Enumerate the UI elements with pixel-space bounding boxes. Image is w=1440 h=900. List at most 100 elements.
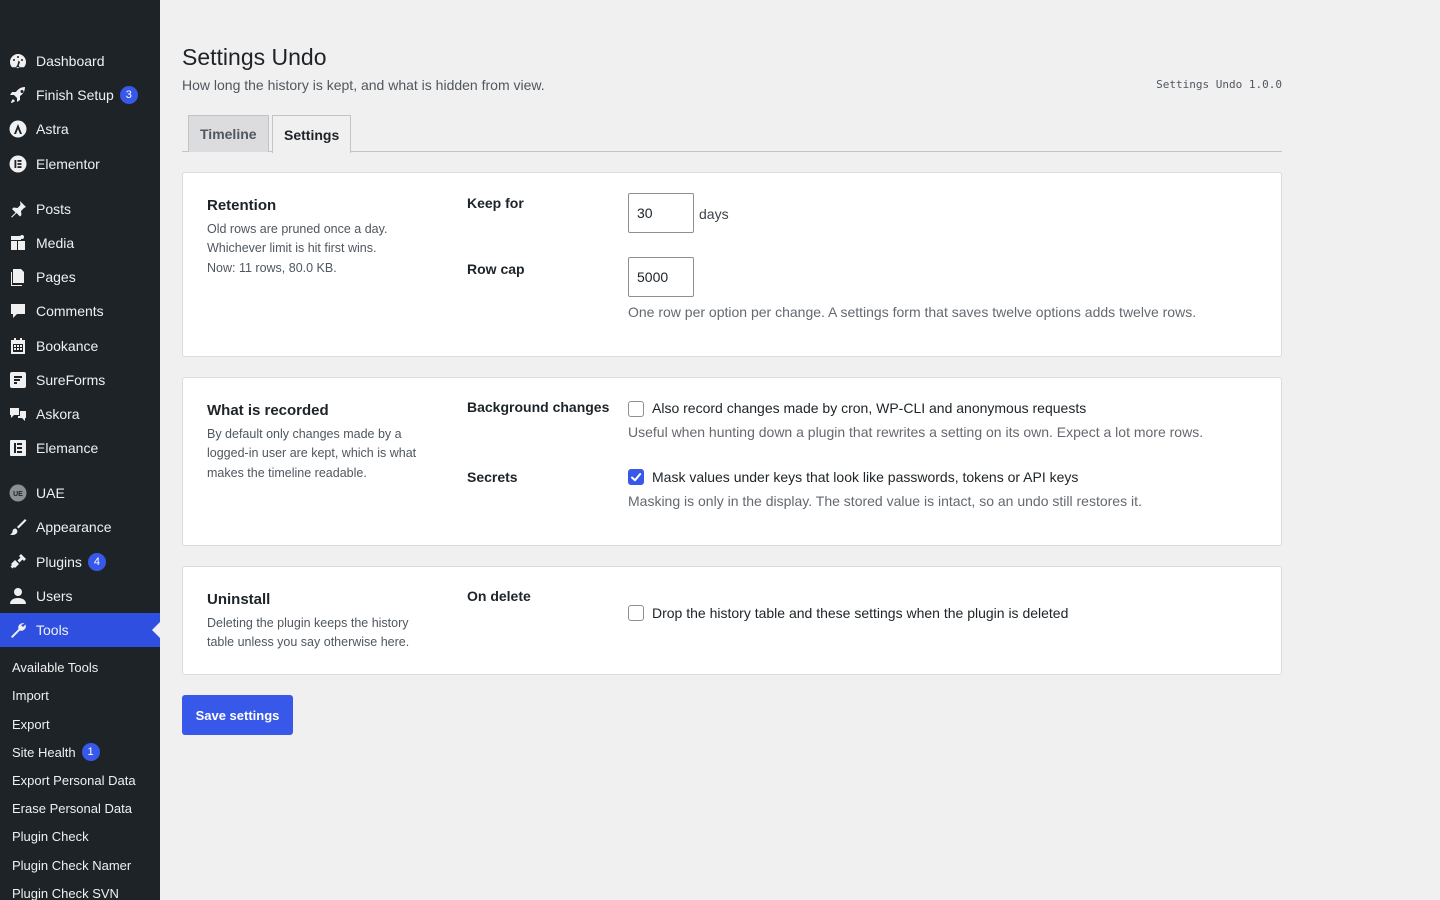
sidebar-item-astra[interactable]: Astra bbox=[0, 112, 160, 146]
sidebar-item-label: Tools bbox=[36, 622, 69, 638]
sidebar-item-label: Askora bbox=[36, 406, 80, 422]
version-label: Settings Undo 1.0.0 bbox=[1156, 78, 1282, 91]
recorded-desc-line3: makes the timeline readable. bbox=[207, 466, 367, 480]
retention-desc-line3: Now: 11 rows, 80.0 KB. bbox=[207, 261, 337, 275]
background-changes-checkbox[interactable] bbox=[628, 401, 644, 417]
sidebar-item-elemance[interactable]: Elemance bbox=[0, 431, 160, 465]
sidebar-item-label: Finish Setup bbox=[36, 87, 114, 103]
sidebar-item-appearance[interactable]: Appearance bbox=[0, 510, 160, 544]
sidebar-item-comments[interactable]: Comments bbox=[0, 294, 160, 328]
sidebar-item-dashboard[interactable]: Dashboard bbox=[0, 44, 160, 78]
submenu-item-label: Export bbox=[12, 716, 50, 732]
sidebar-item-label: Comments bbox=[36, 303, 104, 319]
submenu-item-export[interactable]: Export bbox=[12, 711, 50, 737]
calendar-icon bbox=[0, 336, 36, 356]
pin-icon bbox=[0, 199, 36, 219]
brush-icon bbox=[0, 517, 36, 537]
sidebar-item-finish-setup[interactable]: Finish Setup 3 bbox=[0, 78, 160, 112]
astra-icon bbox=[0, 119, 36, 139]
save-settings-button[interactable]: Save settings bbox=[182, 695, 293, 735]
sidebar-item-label: Pages bbox=[36, 269, 76, 285]
sidebar-item-media[interactable]: Media bbox=[0, 226, 160, 260]
submenu-item-erase-personal-data[interactable]: Erase Personal Data bbox=[12, 795, 132, 821]
tab-timeline[interactable]: Timeline bbox=[188, 115, 269, 152]
submenu-item-plugin-check-svn[interactable]: Plugin Check SVN bbox=[12, 880, 119, 900]
pages-icon bbox=[0, 267, 36, 287]
sidebar-item-pages[interactable]: Pages bbox=[0, 260, 160, 294]
submenu-item-label: Available Tools bbox=[12, 659, 99, 675]
secrets-checkbox[interactable] bbox=[628, 469, 644, 485]
sidebar-item-label: Elementor bbox=[36, 156, 100, 172]
sidebar-item-label: Posts bbox=[36, 201, 72, 217]
secrets-text: Mask values under keys that look like pa… bbox=[652, 469, 1079, 485]
sidebar-item-label: Users bbox=[36, 588, 73, 604]
recorded-desc-line2: logged-in user are kept, which is what bbox=[207, 446, 417, 460]
recorded-desc-line1: By default only changes made by a bbox=[207, 427, 402, 441]
sidebar-item-posts[interactable]: Posts bbox=[0, 192, 160, 226]
submenu-item-plugin-check[interactable]: Plugin Check bbox=[12, 823, 89, 849]
sidebar-item-askora[interactable]: Askora bbox=[0, 397, 160, 431]
submenu-item-import[interactable]: Import bbox=[12, 682, 49, 708]
keep-for-label: Keep for bbox=[467, 195, 524, 211]
elemance-icon bbox=[0, 438, 36, 458]
on-delete-label: On delete bbox=[467, 588, 531, 604]
sidebar-item-bookance[interactable]: Bookance bbox=[0, 329, 160, 363]
submenu-item-available-tools[interactable]: Available Tools bbox=[12, 654, 98, 680]
elementor-icon bbox=[0, 154, 36, 174]
drop-table-checkbox[interactable] bbox=[628, 605, 644, 621]
svg-text:UE: UE bbox=[13, 491, 23, 498]
sidebar-item-label: SureForms bbox=[36, 372, 106, 388]
tab-bar: Timeline Settings bbox=[182, 115, 1282, 153]
keep-days-input[interactable] bbox=[628, 193, 694, 233]
submenu-item-label: Export Personal Data bbox=[12, 772, 136, 788]
background-changes-label: Background changes bbox=[467, 399, 610, 415]
admin-sidebar: Dashboard Finish Setup 3 Astra Elementor Post… bbox=[0, 0, 160, 900]
recorded-title: What is recorded bbox=[207, 402, 329, 419]
secrets-label: Secrets bbox=[467, 469, 518, 485]
submenu-item-label: Erase Personal Data bbox=[12, 800, 132, 816]
submenu-item-label: Plugin Check SVN bbox=[12, 885, 119, 900]
sidebar-item-label: Astra bbox=[36, 121, 69, 137]
tab-settings[interactable]: Settings bbox=[272, 115, 352, 153]
uae-icon: UE bbox=[0, 483, 36, 503]
sidebar-item-label: UAE bbox=[36, 485, 65, 501]
sidebar-item-label: Appearance bbox=[36, 519, 112, 535]
sidebar-item-tools[interactable]: Tools bbox=[0, 613, 160, 647]
count-badge: 1 bbox=[81, 743, 100, 761]
sidebar-item-users[interactable]: Users bbox=[0, 579, 160, 613]
dashboard-icon bbox=[0, 51, 36, 71]
secrets-help: Masking is only in the display. The stor… bbox=[628, 493, 1142, 509]
submenu-item-label: Plugin Check bbox=[12, 828, 89, 844]
comment-icon bbox=[0, 301, 36, 321]
uninstall-desc-line1: Deleting the plugin keeps the history bbox=[207, 616, 409, 630]
sidebar-item-uae[interactable]: UE UAE bbox=[0, 476, 160, 510]
media-icon bbox=[0, 233, 36, 253]
retention-desc-line2: Whichever limit is hit first wins. bbox=[207, 241, 377, 255]
background-changes-text: Also record changes made by cron, WP-CLI… bbox=[652, 400, 1087, 416]
submenu-item-label: Import bbox=[12, 687, 49, 703]
checkmark-icon bbox=[631, 473, 642, 482]
sidebar-item-label: Elemance bbox=[36, 440, 99, 456]
uninstall-title: Uninstall bbox=[207, 591, 271, 608]
wrench-icon bbox=[0, 620, 36, 640]
plug-icon bbox=[0, 552, 36, 572]
sidebar-item-plugins[interactable]: Plugins 4 bbox=[0, 545, 160, 579]
recorded-card: What is recorded By default only changes… bbox=[182, 377, 1282, 546]
askora-icon bbox=[0, 404, 36, 424]
page-subtitle: How long the history is kept, and what i… bbox=[182, 77, 545, 93]
submenu-item-site-health[interactable]: Site Health 1 bbox=[12, 739, 100, 765]
sidebar-item-label: Bookance bbox=[36, 338, 99, 354]
count-badge: 4 bbox=[87, 553, 106, 571]
sidebar-item-elementor[interactable]: Elementor bbox=[0, 147, 160, 181]
retention-desc-line1: Old rows are pruned once a day. bbox=[207, 222, 388, 236]
page-title: Settings Undo bbox=[182, 44, 327, 70]
sidebar-item-label: Media bbox=[36, 235, 75, 251]
user-icon bbox=[0, 586, 36, 606]
retention-card: Retention Old rows are pruned once a day… bbox=[182, 172, 1282, 357]
drop-table-text: Drop the history table and these setting… bbox=[652, 605, 1069, 621]
sidebar-item-sureforms[interactable]: SureForms bbox=[0, 363, 160, 397]
keep-unit-label: days bbox=[699, 206, 729, 222]
row-cap-input[interactable] bbox=[628, 257, 694, 297]
submenu-item-export-personal-data[interactable]: Export Personal Data bbox=[12, 767, 136, 793]
submenu-item-plugin-check-namer[interactable]: Plugin Check Namer bbox=[12, 852, 131, 878]
